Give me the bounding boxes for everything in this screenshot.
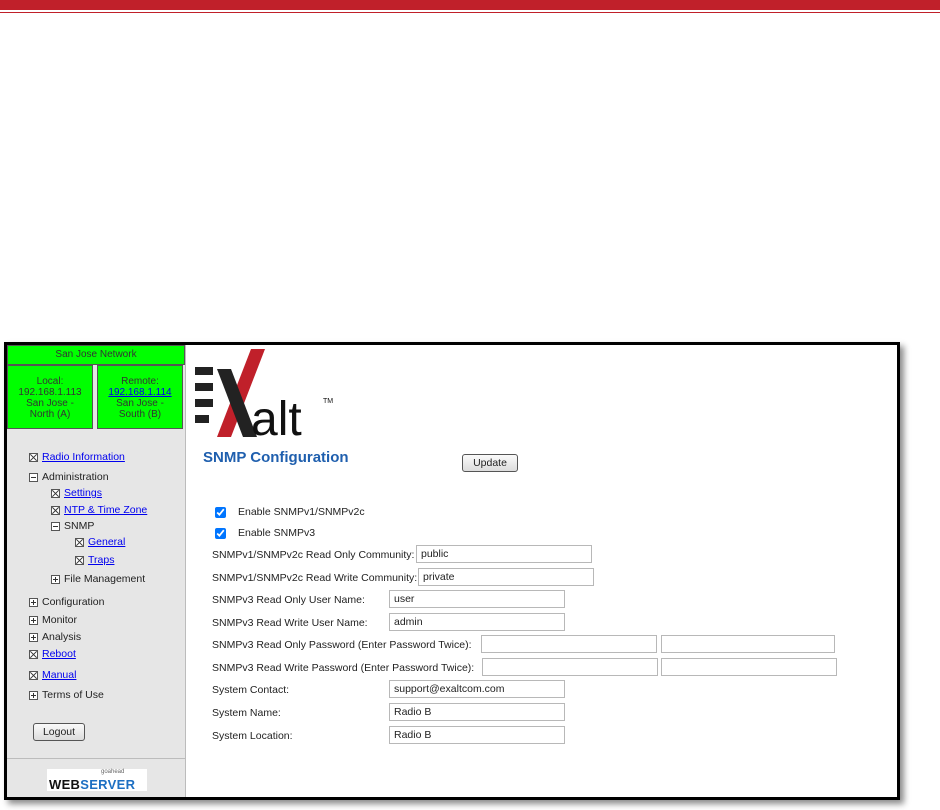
system-location-input[interactable] <box>389 726 565 744</box>
local-label: Local: <box>36 376 64 387</box>
nav-general-link[interactable]: General <box>88 536 125 548</box>
system-name-label: System Name: <box>212 707 281 719</box>
ro-community-label: SNMPv1/SNMPv2c Read Only Community: <box>212 549 415 561</box>
system-location-label: System Location: <box>212 730 293 742</box>
enable-snmpv3-label: Enable SNMPv3 <box>238 527 316 539</box>
nav-configuration-label: Configuration <box>42 596 105 608</box>
nav-terms-label: Terms of Use <box>42 689 104 701</box>
remote-site: San Jose - <box>116 398 164 409</box>
remote-site-panel: Remote: 192.168.1.114 San Jose - South (… <box>97 365 183 429</box>
expand-icon[interactable] <box>29 632 38 642</box>
enable-snmpv1v2c-label: Enable SNMPv1/SNMPv2c <box>238 506 365 518</box>
v3-rw-user-label: SNMPv3 Read Write User Name: <box>212 617 368 629</box>
leaf-icon <box>75 537 84 547</box>
nav-general[interactable]: General <box>75 536 125 548</box>
v3-rw-password-confirm-input[interactable] <box>661 658 837 676</box>
logout-button[interactable]: Logout <box>33 723 85 741</box>
webserver-logo: goahead WEBSERVER <box>47 769 147 792</box>
leaf-icon <box>75 555 84 565</box>
collapse-icon[interactable] <box>51 521 60 531</box>
nav-radio-information-link[interactable]: Radio Information <box>42 451 125 463</box>
update-button[interactable]: Update <box>462 454 518 472</box>
local-site: San Jose - <box>26 398 74 409</box>
nav-analysis[interactable]: Analysis <box>29 631 81 643</box>
nav-monitor[interactable]: Monitor <box>29 614 77 626</box>
nav-reboot[interactable]: Reboot <box>29 648 76 660</box>
nav-settings[interactable]: Settings <box>51 487 102 499</box>
v3-ro-password-confirm-input[interactable] <box>661 635 835 653</box>
nav-manual[interactable]: Manual <box>29 669 76 681</box>
system-name-input[interactable] <box>389 703 565 721</box>
nav-file-management[interactable]: File Management <box>51 573 145 585</box>
nav-snmp[interactable]: SNMP <box>51 520 94 532</box>
expand-icon[interactable] <box>51 574 60 584</box>
enable-snmpv1v2c-checkbox[interactable] <box>215 506 226 518</box>
nav-terms[interactable]: Terms of Use <box>29 689 104 701</box>
v3-ro-user-input[interactable] <box>389 590 565 608</box>
page-title: SNMP Configuration <box>203 449 349 466</box>
nav-administration[interactable]: Administration <box>29 471 109 483</box>
system-contact-input[interactable] <box>389 680 565 698</box>
remote-label: Remote: <box>121 376 159 387</box>
logo-trademark: TM <box>323 398 333 405</box>
nav-manual-link[interactable]: Manual <box>42 669 76 681</box>
expand-icon[interactable] <box>29 615 38 625</box>
leaf-icon <box>29 649 38 659</box>
rw-community-label: SNMPv1/SNMPv2c Read Write Community: <box>212 572 418 584</box>
leaf-icon <box>29 670 38 680</box>
webserver-web: WEB <box>49 777 81 792</box>
rw-community-input[interactable] <box>418 568 594 586</box>
nav-ntp[interactable]: NTP & Time Zone <box>51 504 147 516</box>
enable-snmpv3-checkbox[interactable] <box>215 527 226 539</box>
leaf-icon <box>29 452 38 462</box>
leaf-icon <box>51 488 60 498</box>
nav-file-management-label: File Management <box>64 573 146 585</box>
nav-analysis-label: Analysis <box>42 631 82 643</box>
collapse-icon[interactable] <box>29 472 38 482</box>
main-content: alt TM SNMP Configuration Update Enable … <box>187 345 893 797</box>
nav-radio-information[interactable]: Radio Information <box>29 451 125 463</box>
ro-community-input[interactable] <box>416 545 592 563</box>
webserver-logo-text: WEBSERVER <box>49 777 135 792</box>
webserver-logo-small: goahead <box>101 769 125 775</box>
nav-traps-link[interactable]: Traps <box>88 554 114 566</box>
nav-administration-label: Administration <box>42 471 109 483</box>
local-ip: 192.168.1.113 <box>18 387 82 398</box>
system-contact-label: System Contact: <box>212 684 290 696</box>
remote-ip-link[interactable]: 192.168.1.114 <box>108 387 171 398</box>
nav-configuration[interactable]: Configuration <box>29 596 104 608</box>
top-decorative-line <box>0 12 940 13</box>
top-decorative-bar <box>0 0 940 10</box>
webserver-server: SERVER <box>80 777 136 792</box>
expand-icon[interactable] <box>29 597 38 607</box>
sidebar: San Jose Network Local: 192.168.1.113 Sa… <box>7 345 186 797</box>
logo-wordmark: alt <box>251 393 302 437</box>
enable-snmpv1v2c-row[interactable]: Enable SNMPv1/SNMPv2c <box>215 506 365 518</box>
v3-rw-password-label: SNMPv3 Read Write Password (Enter Passwo… <box>212 662 475 674</box>
nav-snmp-label: SNMP <box>64 520 95 532</box>
v3-ro-password-input[interactable] <box>481 635 657 653</box>
v3-rw-password-input[interactable] <box>482 658 658 676</box>
screenshot-frame: San Jose Network Local: 192.168.1.113 Sa… <box>4 342 900 800</box>
v3-ro-password-label: SNMPv3 Read Only Password (Enter Passwor… <box>212 639 472 651</box>
nav-ntp-link[interactable]: NTP & Time Zone <box>64 504 147 516</box>
enable-snmpv3-row[interactable]: Enable SNMPv3 <box>215 527 315 539</box>
nav-settings-link[interactable]: Settings <box>64 487 102 499</box>
remote-side: South (B) <box>118 409 162 420</box>
leaf-icon <box>51 505 60 515</box>
v3-ro-user-label: SNMPv3 Read Only User Name: <box>212 594 365 606</box>
sidebar-divider <box>7 758 185 759</box>
nav-traps[interactable]: Traps <box>75 554 114 566</box>
nav-reboot-link[interactable]: Reboot <box>42 648 76 660</box>
nav-monitor-label: Monitor <box>42 614 78 626</box>
v3-rw-user-input[interactable] <box>389 613 565 631</box>
local-site-panel: Local: 192.168.1.113 San Jose - North (A… <box>7 365 93 429</box>
local-side: North (A) <box>29 409 71 420</box>
exalt-logo: alt TM <box>195 349 333 437</box>
network-name: San Jose Network <box>7 345 185 365</box>
expand-icon[interactable] <box>29 690 38 700</box>
